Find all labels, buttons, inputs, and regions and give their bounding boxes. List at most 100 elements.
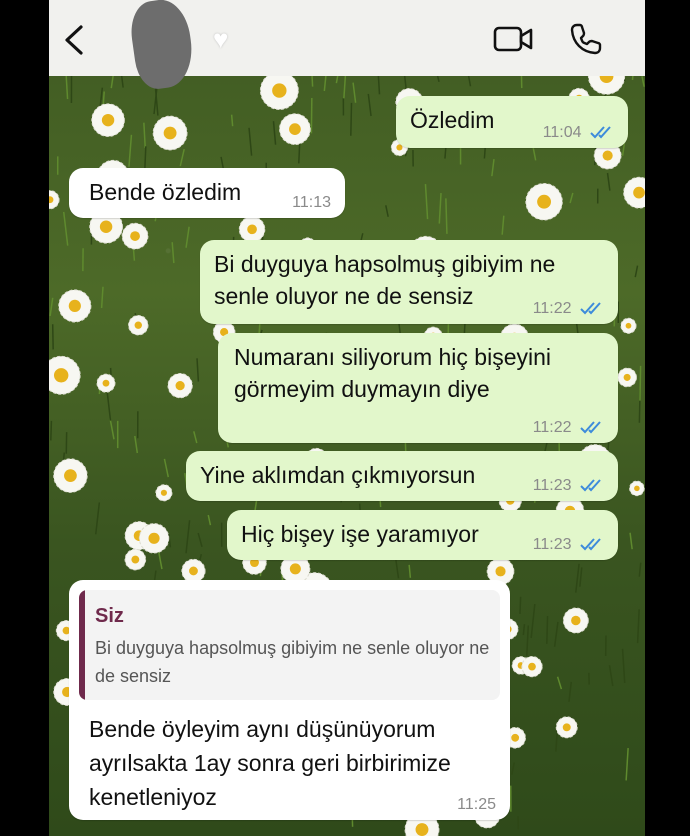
grass-blade	[120, 76, 124, 88]
grass-blade	[522, 624, 526, 636]
daisy	[555, 716, 578, 739]
grass-blade	[636, 609, 640, 644]
phone-icon[interactable]	[569, 22, 603, 56]
grass-blade	[248, 127, 253, 156]
message-meta: 11:22	[533, 419, 604, 437]
message-text: Yine aklımdan çıkmıyorsun	[200, 462, 476, 488]
message-text: Bi duyguya hapsolmuş gibiyim ne senle ol…	[214, 251, 556, 309]
grass-blade	[638, 562, 642, 577]
grass-blade	[335, 76, 339, 84]
message-time: 11:22	[532, 419, 572, 436]
grass-blade	[207, 514, 212, 526]
daisy	[91, 103, 125, 137]
daisy	[155, 484, 173, 502]
grass-blade	[408, 564, 412, 578]
message-text: Hiç bişey işe yaramıyor	[241, 521, 479, 547]
grass-blade	[424, 184, 429, 220]
grass-blade	[621, 648, 626, 684]
daisy	[617, 367, 637, 388]
quoted-author: Siz	[95, 605, 124, 627]
message-time: 11:04	[542, 124, 582, 141]
grass-blade	[350, 102, 353, 136]
daisy	[623, 176, 645, 209]
grass-blade	[575, 563, 580, 593]
daisy	[238, 216, 266, 243]
double-check-icon	[580, 479, 601, 492]
grass-blade	[525, 625, 530, 657]
grass-blade	[608, 665, 614, 687]
daisy	[587, 76, 626, 95]
grass-blade	[100, 286, 104, 309]
double-check-icon	[580, 538, 601, 551]
message-time: 11:13	[292, 194, 331, 211]
grass-blade	[109, 418, 115, 440]
grass-blade	[185, 226, 190, 248]
daisy	[121, 222, 149, 250]
chevron-left-icon[interactable]	[61, 24, 87, 56]
quoted-text: Bi duyguya hapsolmuş gibiyim ne senle ol…	[95, 638, 490, 686]
heart-icon: ♥	[213, 24, 229, 54]
daisy	[562, 607, 589, 634]
grass-blade	[143, 122, 146, 149]
daisy	[58, 289, 92, 323]
grass-blade	[568, 681, 573, 702]
message-time: 11:25	[457, 796, 496, 813]
chat-screen: ♥ Özledim 11:04 Bende özledim 11:13 Bi d…	[49, 0, 645, 836]
message-bubble-incoming[interactable]: Bende özledim 11:13	[69, 168, 345, 218]
daisy	[53, 458, 88, 493]
quoted-message[interactable]: Siz Bi duyguya hapsolmuş gibiyim ne senl…	[79, 590, 500, 700]
message-bubble-outgoing[interactable]: Bi duyguya hapsolmuş gibiyim ne senle ol…	[200, 240, 618, 324]
grass-blade	[438, 192, 442, 224]
message-meta: 11:22	[533, 300, 604, 318]
message-bubble-outgoing[interactable]: Hiç bişey işe yaramıyor 11:23	[227, 510, 618, 560]
daisy	[49, 355, 81, 395]
grass-blade	[639, 365, 642, 401]
grass-blade	[272, 121, 277, 145]
grass-blade	[553, 621, 559, 647]
grass-blade	[134, 435, 139, 454]
grass-blade	[323, 76, 327, 92]
grass-blade	[196, 358, 200, 382]
daisy	[259, 76, 299, 110]
double-check-icon	[590, 126, 611, 139]
message-time: 11:23	[532, 536, 572, 553]
grass-blade	[445, 198, 448, 234]
grass-blade	[385, 205, 389, 217]
grass-blade	[171, 242, 175, 264]
grass-blade	[377, 76, 381, 95]
message-text: Özledim	[410, 107, 495, 133]
daisy	[49, 190, 60, 210]
daisy	[138, 523, 170, 554]
message-time: 11:23	[532, 477, 572, 494]
message-bubble-outgoing[interactable]: Numaranı siliyorum hiç bişeyini görmeyim…	[218, 333, 618, 443]
grass-blade	[106, 390, 112, 421]
video-camera-icon[interactable]	[493, 24, 535, 54]
message-meta: 11:04	[543, 124, 614, 142]
grass-blade	[579, 567, 583, 587]
message-time: 11:22	[532, 300, 572, 317]
grass-blade	[519, 596, 522, 614]
message-bubble-outgoing[interactable]: Yine aklımdan çıkmıyorsun 11:23	[186, 451, 618, 501]
grass-blade	[501, 215, 505, 235]
grass-blade	[49, 297, 54, 317]
grass-blade	[65, 76, 69, 100]
quote-accent-bar	[79, 590, 85, 700]
daisy	[521, 655, 543, 678]
daisy	[152, 115, 188, 151]
grass-blade	[311, 76, 314, 87]
grass-blade	[546, 615, 549, 644]
grass-blade	[50, 420, 53, 441]
message-bubble-outgoing[interactable]: Özledim 11:04	[396, 96, 628, 148]
grass-blade	[530, 603, 536, 639]
grass-blade	[62, 211, 69, 246]
message-text: Numaranı siliyorum hiç bişeyini görmeyim…	[234, 344, 551, 402]
message-bubble-incoming-reply[interactable]: Siz Bi duyguya hapsolmuş gibiyim ne senl…	[69, 580, 510, 820]
daisy	[525, 183, 563, 221]
grass-blade	[625, 747, 629, 781]
grass-blade	[230, 114, 234, 127]
daisy	[167, 372, 193, 399]
grass-blade	[94, 502, 101, 535]
grass-blade	[352, 82, 357, 103]
grass-blade	[436, 76, 440, 83]
grass-blade	[163, 458, 170, 478]
